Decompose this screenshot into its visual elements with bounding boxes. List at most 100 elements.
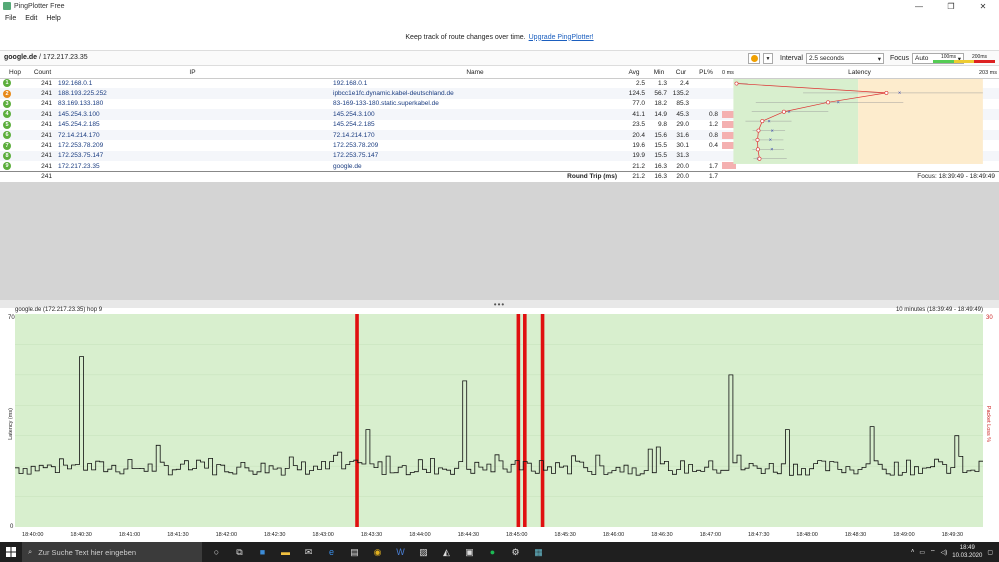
mail-icon[interactable]: ✉ <box>300 545 317 559</box>
chrome-icon[interactable]: ◉ <box>369 545 386 559</box>
cortana-icon[interactable]: ○ <box>208 545 225 559</box>
col-avg[interactable]: Avg <box>620 68 648 79</box>
banner-text: Keep track of route changes over time. <box>405 33 526 41</box>
chevron-down-icon: ▾ <box>877 55 881 63</box>
store-icon[interactable]: ▤ <box>346 545 363 559</box>
settings-icon[interactable]: ⚙ <box>507 545 524 559</box>
latency-current-marker: × <box>898 91 901 97</box>
pause-button[interactable] <box>748 53 760 64</box>
time-graph[interactable]: 70 0 30 Latency (ms) Packet Loss % 18:40… <box>0 314 999 544</box>
upgrade-link[interactable]: Upgrade PingPlotter! <box>529 34 594 41</box>
edge-icon[interactable]: e <box>323 545 340 559</box>
col-name[interactable]: Name <box>330 68 620 79</box>
hop-min: 14.9 <box>648 109 670 120</box>
x-tick-label: 18:43:00 <box>312 532 333 538</box>
hop-avg: 21.2 <box>632 162 645 170</box>
latency-header-label: Latency <box>848 69 871 77</box>
hop-count: 241 <box>30 150 55 162</box>
col-latency[interactable]: 0 ms Latency 203 ms <box>720 68 999 79</box>
window-controls: — ❐ ✕ <box>903 0 999 12</box>
wifi-icon[interactable]: ⌔ <box>930 548 936 556</box>
empty-panel <box>0 182 999 302</box>
taskbar-clock[interactable]: 18:49 10.03.2020 <box>952 544 982 560</box>
word-icon[interactable]: W <box>392 545 409 559</box>
media-icon[interactable]: ▣ <box>461 545 478 559</box>
spotify-icon[interactable]: ● <box>484 545 501 559</box>
minimize-button[interactable]: — <box>903 0 935 12</box>
hop-min: 18.2 <box>654 100 667 108</box>
task-view-icon[interactable]: ⧉ <box>231 545 248 559</box>
graph-y2label: Packet Loss % <box>985 406 991 442</box>
x-tick-label: 18:43:30 <box>361 532 382 538</box>
col-ip[interactable]: IP <box>55 68 330 79</box>
focus-label: Focus <box>889 55 910 62</box>
latency-max-label: 203 ms <box>978 70 997 76</box>
graph-y2-max: 30 <box>986 315 993 321</box>
hop-min: 16.3 <box>654 162 667 170</box>
pause-icon <box>750 55 758 62</box>
toolbar: google.de / 172.217.23.35 ▼ Interval 2.5… <box>0 50 999 66</box>
hop-count: 241 <box>41 162 52 170</box>
hop-name: 145.254.3.100 <box>330 109 620 120</box>
window-title: PingPlotter Free <box>14 2 65 10</box>
chevron-up-icon[interactable]: ˄ <box>911 549 915 555</box>
clock-date: 10.03.2020 <box>952 553 983 559</box>
explorer-icon[interactable]: ▬ <box>277 545 294 559</box>
hop-ip: 145.254.3.100 <box>55 109 330 120</box>
hop-pl: 1.7 <box>708 162 718 170</box>
outlook-icon[interactable]: ■ <box>254 545 271 559</box>
close-button[interactable]: ✕ <box>967 0 999 12</box>
focus-value: Auto <box>915 55 929 62</box>
hop-ip: 172.253.78.209 <box>58 142 104 150</box>
start-button[interactable] <box>0 542 22 562</box>
volume-icon[interactable]: ◁) <box>941 549 948 556</box>
hop-avg: 77.0 <box>632 100 645 108</box>
hop-number: 5 <box>3 120 11 129</box>
summary-avg: 21.2 <box>620 170 648 182</box>
latency-current-marker: × <box>767 119 770 125</box>
hop-count: 241 <box>41 79 52 87</box>
hop-name: 192.168.0.1 <box>333 79 368 87</box>
x-tick-label: 18:42:30 <box>264 532 285 538</box>
latency-avg-point <box>755 147 760 152</box>
col-cur[interactable]: Cur <box>670 68 692 79</box>
trace-controls: ▼ Interval 2.5 seconds ▾ Focus Auto ▾ <box>748 53 965 64</box>
hop-cur: 29.0 <box>676 121 689 129</box>
hop-count: 241 <box>30 129 55 141</box>
taskbar-search[interactable]: ⌕ Zur Suche Text hier eingeben <box>22 542 202 562</box>
interval-select[interactable]: 2.5 seconds ▾ <box>805 53 884 64</box>
hop-number: 7 <box>3 141 11 150</box>
hop-cur: 20.0 <box>676 162 689 170</box>
target-ip: / 172.217.23.35 <box>39 54 88 61</box>
graph-y-max: 70 <box>8 315 15 321</box>
x-tick-label: 18:44:00 <box>409 532 430 538</box>
col-count[interactable]: Count <box>30 68 55 79</box>
x-tick-label: 18:47:30 <box>748 532 769 538</box>
col-pl[interactable]: PL% <box>692 68 720 79</box>
hop-pl: 0.8 <box>692 129 720 141</box>
gamepad-icon[interactable]: ◭ <box>438 545 455 559</box>
hop-name: 145.254.2.185 <box>333 121 375 129</box>
summary-focus: Focus: 18:39:49 - 18:49:49 <box>720 170 999 182</box>
hop-avg: 124.5 <box>620 88 648 99</box>
menu-help[interactable]: Help <box>46 15 60 22</box>
graph-title: google.de (172.217.23.35) hop 9 <box>15 307 103 313</box>
hop-pl: 0.4 <box>708 142 718 150</box>
hop-number: 4 <box>3 110 11 119</box>
network-icon[interactable]: ▭ <box>919 549 925 556</box>
x-tick-label: 18:45:30 <box>554 532 575 538</box>
menu-edit[interactable]: Edit <box>25 15 37 22</box>
hop-ip: 192.168.0.1 <box>58 79 93 87</box>
latency-avg-point <box>757 156 762 161</box>
notification-icon[interactable]: ▢ <box>987 549 993 556</box>
col-min[interactable]: Min <box>648 68 670 79</box>
pingplotter-icon[interactable]: ▦ <box>530 545 547 559</box>
menu-file[interactable]: File <box>5 15 16 22</box>
pause-dropdown-button[interactable]: ▼ <box>763 53 773 64</box>
maximize-button[interactable]: ❐ <box>935 0 967 12</box>
col-hop[interactable]: Hop <box>0 68 30 79</box>
hop-min: 1.3 <box>657 79 667 87</box>
photos-icon[interactable]: ▨ <box>415 545 432 559</box>
hop-ip: 172.217.23.35 <box>58 162 100 170</box>
hop-cur: 85.3 <box>676 100 689 108</box>
